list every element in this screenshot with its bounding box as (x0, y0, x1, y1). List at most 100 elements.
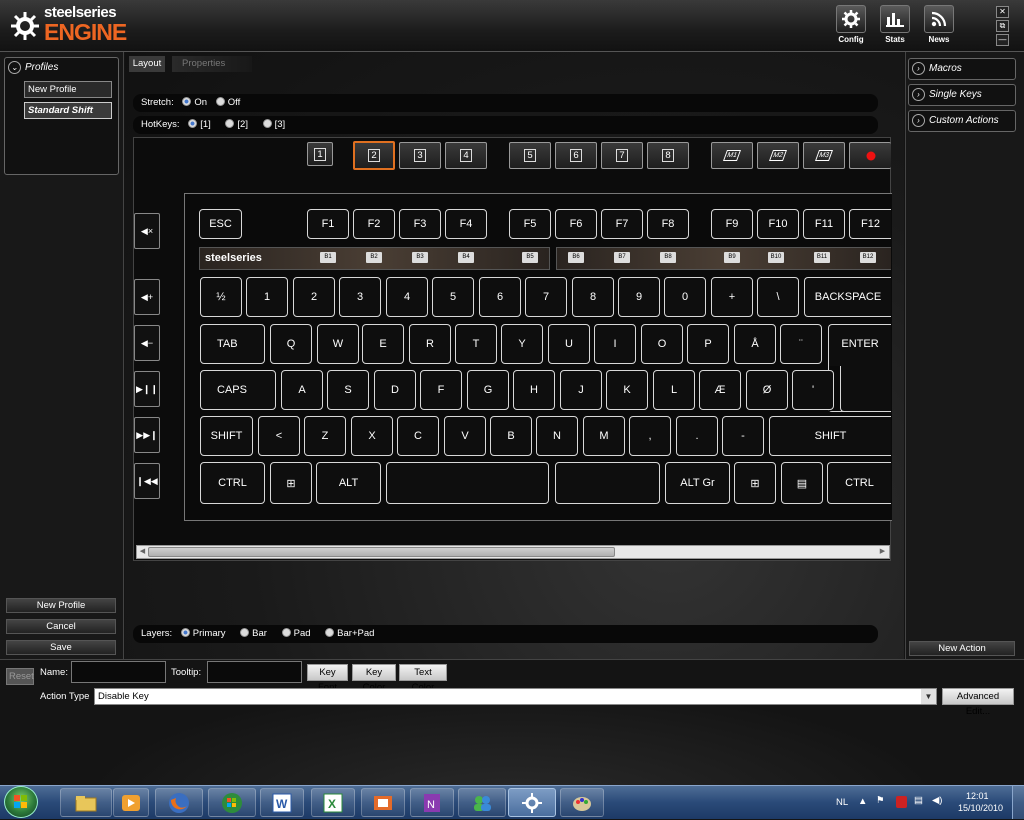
key-f11[interactable]: F11 (803, 209, 845, 239)
lamp-b10[interactable]: B10 (768, 252, 784, 263)
key-left-alt[interactable]: ALT (316, 462, 381, 504)
advanced-edit-button[interactable]: Advanced Edit... (942, 688, 1014, 717)
config-button[interactable] (836, 5, 866, 33)
key-f9[interactable]: F9 (711, 209, 753, 239)
new-action-button[interactable]: New Action (909, 641, 1015, 656)
taskbar-powerpoint[interactable] (361, 788, 405, 817)
key-x[interactable]: X (351, 416, 393, 456)
volume-icon[interactable]: ◀) (932, 795, 942, 806)
taskbar-windows-media[interactable] (208, 788, 256, 817)
language-indicator[interactable]: NL (836, 797, 848, 808)
lamp-b9[interactable]: B9 (724, 252, 740, 263)
minimize-window-button[interactable]: — (996, 34, 1009, 46)
key-c[interactable]: C (397, 416, 439, 456)
key-2[interactable]: 2 (293, 277, 335, 317)
key-4[interactable]: 4 (386, 277, 428, 317)
layer-pad-radio[interactable] (281, 628, 291, 637)
taskbar-firefox[interactable] (155, 788, 203, 817)
key-space-left[interactable] (386, 462, 549, 504)
key-b[interactable]: B (490, 416, 532, 456)
key-r[interactable]: R (409, 324, 451, 364)
hotkey-5-button[interactable]: 5 (509, 142, 551, 169)
show-hidden-icons-icon[interactable]: ▲ (858, 796, 867, 807)
key-minus[interactable]: - (722, 416, 764, 456)
key-1[interactable]: 1 (246, 277, 288, 317)
lamp-b11[interactable]: B11 (814, 252, 830, 263)
profile-item-standard-shift[interactable]: Standard Shift (24, 102, 112, 119)
key-less-than[interactable]: < (258, 416, 300, 456)
key-comma[interactable]: , (629, 416, 671, 456)
stats-button[interactable] (880, 5, 910, 33)
key-menu[interactable]: ▤ (781, 462, 823, 504)
profiles-header[interactable]: ⌄ Profiles (8, 61, 58, 74)
taskbar-explorer[interactable] (60, 788, 112, 817)
key-half[interactable]: ½ (200, 277, 242, 317)
name-input[interactable] (71, 661, 166, 683)
key-h[interactable]: H (513, 370, 555, 410)
taskbar-media-player[interactable] (113, 788, 149, 817)
start-button[interactable] (4, 786, 38, 818)
key-6[interactable]: 6 (479, 277, 521, 317)
key-g[interactable]: G (467, 370, 509, 410)
scroll-right-arrow-icon[interactable]: ▶ (877, 547, 888, 557)
taskbar-onenote[interactable]: N (410, 788, 454, 817)
key-f5[interactable]: F5 (509, 209, 551, 239)
key-m[interactable]: M (583, 416, 625, 456)
key-left-shift[interactable]: SHIFT (200, 416, 253, 456)
macro-key-1-button[interactable]: M1 (711, 142, 753, 169)
lamp-b8[interactable]: B8 (660, 252, 676, 263)
key-f2[interactable]: F2 (353, 209, 395, 239)
key-7[interactable]: 7 (525, 277, 567, 317)
layer-primary-radio[interactable] (180, 628, 190, 637)
action-center-flag-icon[interactable]: ⚑ (876, 795, 885, 806)
key-o-slash[interactable]: Ø (746, 370, 788, 410)
key-backslash[interactable]: \ (757, 277, 799, 317)
key-5[interactable]: 5 (432, 277, 474, 317)
hotkeys-3-radio[interactable] (262, 119, 272, 128)
stretch-off-radio[interactable] (215, 97, 225, 106)
taskbar-paint[interactable] (560, 788, 604, 817)
text-color-button[interactable]: Text Color (399, 664, 447, 693)
tab-layout[interactable]: Layout (129, 56, 165, 72)
stretch-on-radio[interactable] (182, 97, 192, 106)
volume-down-key[interactable]: ◀− (134, 325, 160, 361)
news-button[interactable] (924, 5, 954, 33)
key-u[interactable]: U (548, 324, 590, 364)
layer-bar-radio[interactable] (240, 628, 250, 637)
tooltip-input[interactable] (207, 661, 302, 683)
taskbar-word[interactable]: W (260, 788, 304, 817)
network-icon[interactable]: ▤ (914, 795, 923, 806)
key-0[interactable]: 0 (664, 277, 706, 317)
key-w[interactable]: W (317, 324, 359, 364)
show-desktop-button[interactable] (1012, 786, 1024, 819)
cancel-button[interactable]: Cancel (6, 619, 116, 634)
key-f12[interactable]: F12 (849, 209, 891, 239)
custom-actions-section[interactable]: › Custom Actions (908, 110, 1016, 132)
volume-up-key[interactable]: ◀+ (134, 279, 160, 315)
taskbar-messenger[interactable] (458, 788, 506, 817)
lamp-b5[interactable]: B5 (522, 252, 538, 263)
security-shield-icon[interactable] (896, 796, 907, 808)
key-space-right[interactable] (555, 462, 660, 504)
key-ae[interactable]: Æ (699, 370, 741, 410)
key-v[interactable]: V (444, 416, 486, 456)
key-e[interactable]: E (362, 324, 404, 364)
lamp-b1[interactable]: B1 (320, 252, 336, 263)
play-pause-key[interactable]: ▶❙❙ (134, 371, 160, 407)
single-keys-section[interactable]: › Single Keys (908, 84, 1016, 106)
new-profile-button[interactable]: New Profile (6, 598, 116, 613)
hotkey-6-button[interactable]: 6 (555, 142, 597, 169)
layer-bar-pad-radio[interactable] (325, 628, 335, 637)
tab-properties[interactable]: Properties (172, 56, 252, 72)
record-button[interactable] (849, 142, 891, 169)
key-d[interactable]: D (374, 370, 416, 410)
restore-window-button[interactable]: ⧉ (996, 20, 1009, 32)
key-o[interactable]: O (641, 324, 683, 364)
lamp-b3[interactable]: B3 (412, 252, 428, 263)
profile-item-new-profile[interactable]: New Profile (24, 81, 112, 98)
taskbar-steelseries-engine[interactable] (508, 788, 556, 817)
key-a[interactable]: A (281, 370, 323, 410)
key-f1[interactable]: F1 (307, 209, 349, 239)
key-s[interactable]: S (327, 370, 369, 410)
lamp-b6[interactable]: B6 (568, 252, 584, 263)
